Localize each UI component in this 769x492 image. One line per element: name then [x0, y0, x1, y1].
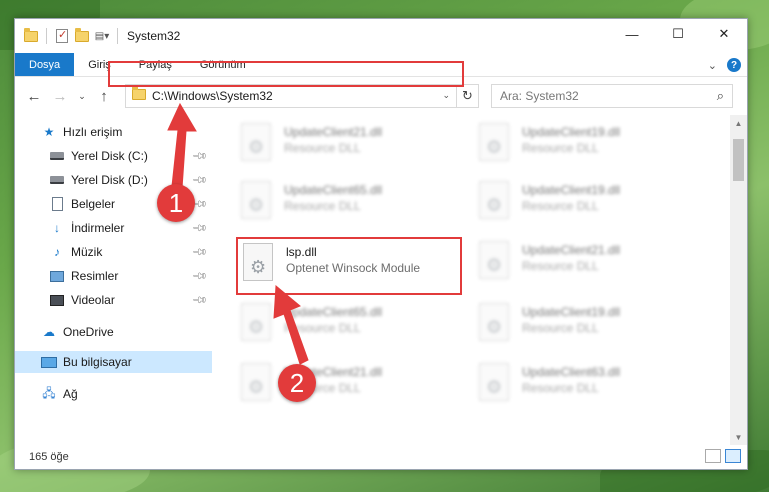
arrow-2-icon	[273, 284, 309, 365]
step-1-badge: 1	[157, 184, 195, 222]
step-2-badge: 2	[278, 364, 316, 402]
annotation-arrows	[167, 102, 309, 365]
arrow-1-icon	[167, 102, 197, 189]
